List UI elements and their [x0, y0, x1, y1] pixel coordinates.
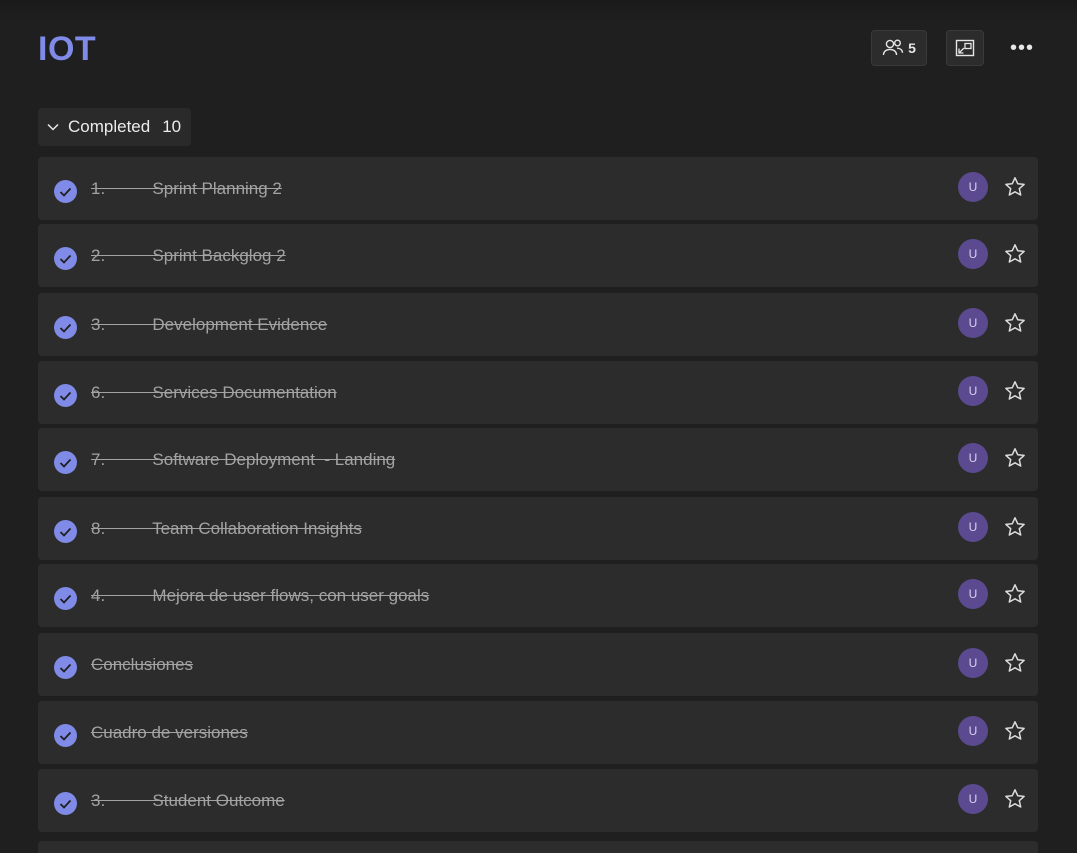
star-icon[interactable]: [1003, 242, 1027, 266]
completed-check-icon[interactable]: [54, 247, 77, 270]
list-title: IOT: [38, 30, 97, 68]
star-icon[interactable]: [1003, 515, 1027, 539]
assignee-avatar: U: [958, 579, 988, 609]
top-bar: [0, 0, 1077, 22]
chevron-down-icon: [47, 123, 59, 131]
assignee-avatar: U: [958, 308, 988, 338]
completed-check-icon[interactable]: [54, 792, 77, 815]
task-title[interactable]: 6. Services Documentation: [91, 383, 337, 403]
completed-check-icon[interactable]: [54, 520, 77, 543]
task-row[interactable]: 6. Services Documentation U: [38, 361, 1038, 424]
completed-check-icon[interactable]: [54, 384, 77, 407]
completed-group-toggle[interactable]: Completed 10: [38, 108, 192, 146]
people-icon: [882, 39, 904, 56]
list-header: IOT 5 •••: [38, 28, 1039, 72]
task-row[interactable]: 8. Team Collaboration Insights U: [38, 497, 1038, 560]
assignee-avatar: U: [958, 648, 988, 678]
task-title[interactable]: 1. Sprint Planning 2: [91, 179, 282, 199]
completed-check-icon[interactable]: [54, 587, 77, 610]
task-title[interactable]: 3. Student Outcome: [91, 791, 285, 811]
task-row[interactable]: 3. Student Outcome U: [38, 769, 1038, 832]
task-row[interactable]: 1. Sprint Planning 2 U: [38, 157, 1038, 220]
task-row[interactable]: Cuadro de versiones U: [38, 701, 1038, 764]
assignee-avatar: U: [958, 512, 988, 542]
assignee-avatar: U: [958, 172, 988, 202]
task-title[interactable]: 3. Development Evidence: [91, 315, 327, 335]
group-label: Completed: [68, 117, 151, 136]
tasks-page: IOT 5 ••• Completed 10 1. Sprint Plannin…: [0, 0, 1077, 853]
completed-check-icon[interactable]: [54, 724, 77, 747]
completed-check-icon[interactable]: [54, 451, 77, 474]
star-icon[interactable]: [1003, 175, 1027, 199]
completed-check-icon[interactable]: [54, 656, 77, 679]
star-icon[interactable]: [1003, 446, 1027, 470]
completed-check-icon[interactable]: [54, 316, 77, 339]
task-title[interactable]: 7. Software Deployment - Landing: [91, 450, 395, 470]
task-row[interactable]: 4. Mejora de user flows, con user goals …: [38, 564, 1038, 627]
completed-check-icon[interactable]: [54, 180, 77, 203]
task-row[interactable]: Conclusiones U: [38, 633, 1038, 696]
task-row[interactable]: 7. Software Deployment - Landing U: [38, 428, 1038, 491]
task-title[interactable]: 8. Team Collaboration Insights: [91, 519, 362, 539]
task-title[interactable]: 2. Sprint Backglog 2: [91, 246, 286, 266]
task-title[interactable]: 4. Mejora de user flows, con user goals: [91, 586, 429, 606]
star-icon[interactable]: [1003, 787, 1027, 811]
members-count: 5: [908, 40, 916, 56]
assignee-avatar: U: [958, 443, 988, 473]
task-title[interactable]: Conclusiones: [91, 655, 193, 675]
star-icon[interactable]: [1003, 582, 1027, 606]
assignee-avatar: U: [958, 784, 988, 814]
share-screen-icon: [955, 39, 975, 57]
more-options-button[interactable]: •••: [1004, 30, 1040, 66]
star-icon[interactable]: [1003, 719, 1027, 743]
star-icon[interactable]: [1003, 311, 1027, 335]
task-title[interactable]: Cuadro de versiones: [91, 723, 248, 743]
task-row[interactable]: 2. Sprint Backglog 2 U: [38, 224, 1038, 287]
assignee-avatar: U: [958, 716, 988, 746]
assignee-avatar: U: [958, 376, 988, 406]
star-icon[interactable]: [1003, 651, 1027, 675]
add-task-bar[interactable]: [38, 841, 1038, 853]
group-count: 10: [162, 117, 182, 136]
assignee-avatar: U: [958, 239, 988, 269]
task-row[interactable]: 3. Development Evidence U: [38, 293, 1038, 356]
members-button[interactable]: 5: [871, 30, 927, 66]
star-icon[interactable]: [1003, 379, 1027, 403]
share-button[interactable]: [946, 30, 984, 66]
